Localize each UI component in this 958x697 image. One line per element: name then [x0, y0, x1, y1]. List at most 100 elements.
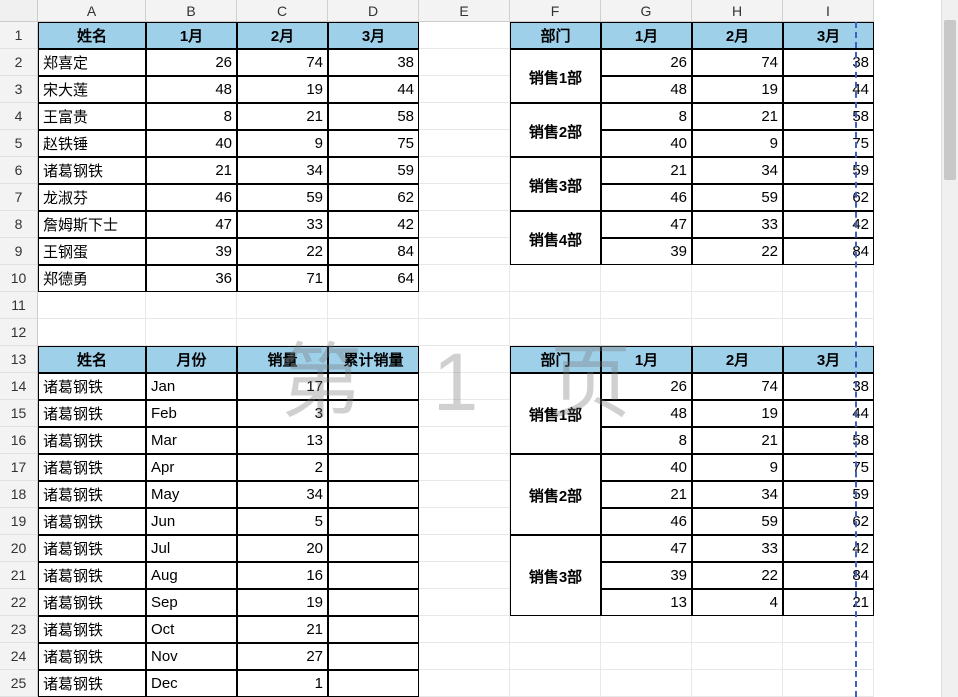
- cell-D6[interactable]: 59: [328, 157, 419, 184]
- cell-H8[interactable]: 33: [692, 211, 783, 238]
- cell-D3[interactable]: 44: [328, 76, 419, 103]
- scrollbar-thumb[interactable]: [944, 20, 956, 180]
- row-header-21[interactable]: 21: [0, 562, 38, 589]
- cell-H7[interactable]: 59: [692, 184, 783, 211]
- cell-D1[interactable]: 3月: [328, 22, 419, 49]
- cell-H18[interactable]: 34: [692, 481, 783, 508]
- cell-B13[interactable]: 月份: [146, 346, 237, 373]
- cell-G17[interactable]: 40: [601, 454, 692, 481]
- cell-H17[interactable]: 9: [692, 454, 783, 481]
- row-header-22[interactable]: 22: [0, 589, 38, 616]
- cell-F14[interactable]: 销售1部: [510, 373, 601, 400]
- cell-D15[interactable]: [328, 400, 419, 427]
- cell-E3[interactable]: [419, 76, 510, 103]
- cell-C20[interactable]: 20: [237, 535, 328, 562]
- cell-G3[interactable]: 48: [601, 76, 692, 103]
- cell-A7[interactable]: 龙淑芬: [38, 184, 146, 211]
- cell-A6[interactable]: 诸葛钢铁: [38, 157, 146, 184]
- cell-F6[interactable]: 销售3部: [510, 157, 601, 184]
- cell-E21[interactable]: [419, 562, 510, 589]
- row-header-17[interactable]: 17: [0, 454, 38, 481]
- row-header-18[interactable]: 18: [0, 481, 38, 508]
- row-header-11[interactable]: 11: [0, 292, 38, 319]
- cell-A24[interactable]: 诸葛钢铁: [38, 643, 146, 670]
- cell-B10[interactable]: 36: [146, 265, 237, 292]
- cell-B19[interactable]: Jun: [146, 508, 237, 535]
- cell-A25[interactable]: 诸葛钢铁: [38, 670, 146, 697]
- row-header-8[interactable]: 8: [0, 211, 38, 238]
- cell-C8[interactable]: 33: [237, 211, 328, 238]
- cell-H21[interactable]: 22: [692, 562, 783, 589]
- cell-G19[interactable]: 46: [601, 508, 692, 535]
- row-header-24[interactable]: 24: [0, 643, 38, 670]
- cell-C17[interactable]: 2: [237, 454, 328, 481]
- cell-B18[interactable]: May: [146, 481, 237, 508]
- cell-G5[interactable]: 40: [601, 130, 692, 157]
- cell-C12[interactable]: [237, 319, 328, 346]
- cell-C15[interactable]: 3: [237, 400, 328, 427]
- cell-H15[interactable]: 19: [692, 400, 783, 427]
- cell-D17[interactable]: [328, 454, 419, 481]
- cell-G20[interactable]: 47: [601, 535, 692, 562]
- cell-B12[interactable]: [146, 319, 237, 346]
- cell-G8[interactable]: 47: [601, 211, 692, 238]
- cell-B20[interactable]: Jul: [146, 535, 237, 562]
- cell-H16[interactable]: 21: [692, 427, 783, 454]
- cell-B7[interactable]: 46: [146, 184, 237, 211]
- cell-E1[interactable]: [419, 22, 510, 49]
- cell-I25[interactable]: [783, 670, 874, 697]
- cell-I8[interactable]: 42: [783, 211, 874, 238]
- cell-H11[interactable]: [692, 292, 783, 319]
- cell-G14[interactable]: 26: [601, 373, 692, 400]
- row-header-19[interactable]: 19: [0, 508, 38, 535]
- cell-F24[interactable]: [510, 643, 601, 670]
- cell-D22[interactable]: [328, 589, 419, 616]
- cell-D12[interactable]: [328, 319, 419, 346]
- cell-A17[interactable]: 诸葛钢铁: [38, 454, 146, 481]
- cell-B15[interactable]: Feb: [146, 400, 237, 427]
- cell-I19[interactable]: 62: [783, 508, 874, 535]
- cell-C21[interactable]: 16: [237, 562, 328, 589]
- cell-H25[interactable]: [692, 670, 783, 697]
- cell-H20[interactable]: 33: [692, 535, 783, 562]
- cell-E19[interactable]: [419, 508, 510, 535]
- cell-E2[interactable]: [419, 49, 510, 76]
- cell-D11[interactable]: [328, 292, 419, 319]
- cell-H12[interactable]: [692, 319, 783, 346]
- row-header-14[interactable]: 14: [0, 373, 38, 400]
- cell-H19[interactable]: 59: [692, 508, 783, 535]
- cell-H14[interactable]: 74: [692, 373, 783, 400]
- cell-H5[interactable]: 9: [692, 130, 783, 157]
- cell-E5[interactable]: [419, 130, 510, 157]
- cell-I20[interactable]: 42: [783, 535, 874, 562]
- cell-D7[interactable]: 62: [328, 184, 419, 211]
- cell-A18[interactable]: 诸葛钢铁: [38, 481, 146, 508]
- column-header-C[interactable]: C: [237, 0, 328, 22]
- column-header-E[interactable]: E: [419, 0, 510, 22]
- cell-G23[interactable]: [601, 616, 692, 643]
- cell-C5[interactable]: 9: [237, 130, 328, 157]
- cell-F23[interactable]: [510, 616, 601, 643]
- cell-B25[interactable]: Dec: [146, 670, 237, 697]
- cell-I18[interactable]: 59: [783, 481, 874, 508]
- cell-H1[interactable]: 2月: [692, 22, 783, 49]
- cell-D13[interactable]: 累计销量: [328, 346, 419, 373]
- cell-F4[interactable]: 销售2部: [510, 103, 601, 130]
- column-header-G[interactable]: G: [601, 0, 692, 22]
- cell-I2[interactable]: 38: [783, 49, 874, 76]
- row-header-20[interactable]: 20: [0, 535, 38, 562]
- cell-F20[interactable]: 销售3部: [510, 535, 601, 562]
- cell-C24[interactable]: 27: [237, 643, 328, 670]
- cell-C22[interactable]: 19: [237, 589, 328, 616]
- cell-G1[interactable]: 1月: [601, 22, 692, 49]
- cell-B11[interactable]: [146, 292, 237, 319]
- cell-D23[interactable]: [328, 616, 419, 643]
- cell-A16[interactable]: 诸葛钢铁: [38, 427, 146, 454]
- cell-F12[interactable]: [510, 319, 601, 346]
- cell-B1[interactable]: 1月: [146, 22, 237, 49]
- cell-F1[interactable]: 部门: [510, 22, 601, 49]
- column-header-F[interactable]: F: [510, 0, 601, 22]
- cell-E13[interactable]: [419, 346, 510, 373]
- cell-A1[interactable]: 姓名: [38, 22, 146, 49]
- cell-E11[interactable]: [419, 292, 510, 319]
